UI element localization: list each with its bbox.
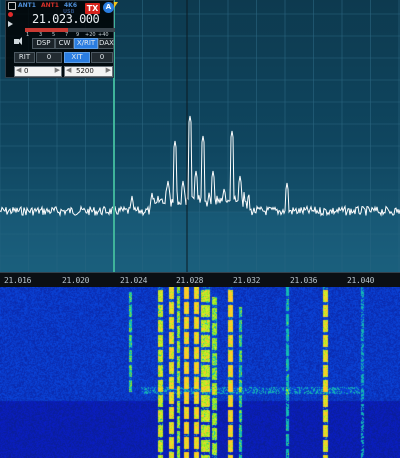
rit-toggle-button[interactable]: RIT xyxy=(14,52,35,63)
record-icon[interactable] xyxy=(8,12,13,17)
tab-dsp[interactable]: DSP xyxy=(32,38,55,49)
increment-arrow-icon[interactable]: ▶ xyxy=(106,66,111,75)
waterfall-display[interactable] xyxy=(0,287,400,458)
increment-arrow-icon[interactable]: ▶ xyxy=(55,66,60,75)
decrement-arrow-icon[interactable]: ◀ xyxy=(66,66,71,75)
s-meter-tick: 1 xyxy=(26,32,30,38)
speaker-cone-icon xyxy=(18,37,22,45)
xit-step-field[interactable]: ◀ 5200 ▶ xyxy=(64,66,113,77)
panadapter-window: ANT1 ANT1 4K6 USB TX A 21.023.000 1 3 5 … xyxy=(0,0,400,458)
frequency-tick-label: 21.028 xyxy=(176,276,204,285)
frequency-tick-label: 21.036 xyxy=(290,276,318,285)
frequency-scale[interactable]: 21.016 21.020 21.024 21.028 21.032 21.03… xyxy=(0,272,400,287)
frequency-tick-label: 21.020 xyxy=(62,276,90,285)
spectrum-trace xyxy=(0,115,400,218)
rit-step-field[interactable]: ◀ 0 ▶ xyxy=(14,66,62,77)
frequency-tick-label: 21.016 xyxy=(4,276,32,285)
frequency-tick-label: 21.040 xyxy=(347,276,375,285)
panadapter-display[interactable]: ANT1 ANT1 4K6 USB TX A 21.023.000 1 3 5 … xyxy=(0,0,400,272)
tab-dax[interactable]: DAX xyxy=(98,38,114,49)
noise-floor-shade xyxy=(0,212,400,272)
xit-step-value: 5200 xyxy=(76,67,94,75)
xit-toggle-button[interactable]: XIT xyxy=(64,52,90,63)
tab-cw[interactable]: CW xyxy=(55,38,74,49)
decrement-arrow-icon[interactable]: ◀ xyxy=(16,66,21,75)
lock-icon[interactable] xyxy=(8,2,16,10)
rit-step-value: 0 xyxy=(24,67,29,75)
rit-value: 0 xyxy=(36,52,62,63)
s-meter-level xyxy=(25,28,69,32)
tab-xrit[interactable]: X/RIT xyxy=(74,38,98,49)
rx-antenna-selector[interactable]: ANT1 xyxy=(18,2,36,9)
play-icon[interactable] xyxy=(8,21,13,27)
tx-antenna-selector[interactable]: ANT1 xyxy=(41,2,59,9)
filter-width-label[interactable]: 4K6 xyxy=(64,2,77,9)
frequency-tick-label: 21.032 xyxy=(233,276,261,285)
slice-letter-badge[interactable]: A xyxy=(103,2,114,13)
frequency-tick-label: 21.024 xyxy=(120,276,148,285)
xit-value: 0 xyxy=(91,52,113,63)
slice-receiver-panel: ANT1 ANT1 4K6 USB TX A 21.023.000 1 3 5 … xyxy=(5,0,115,78)
slice-frequency-display[interactable]: 21.023.000 xyxy=(32,12,100,26)
